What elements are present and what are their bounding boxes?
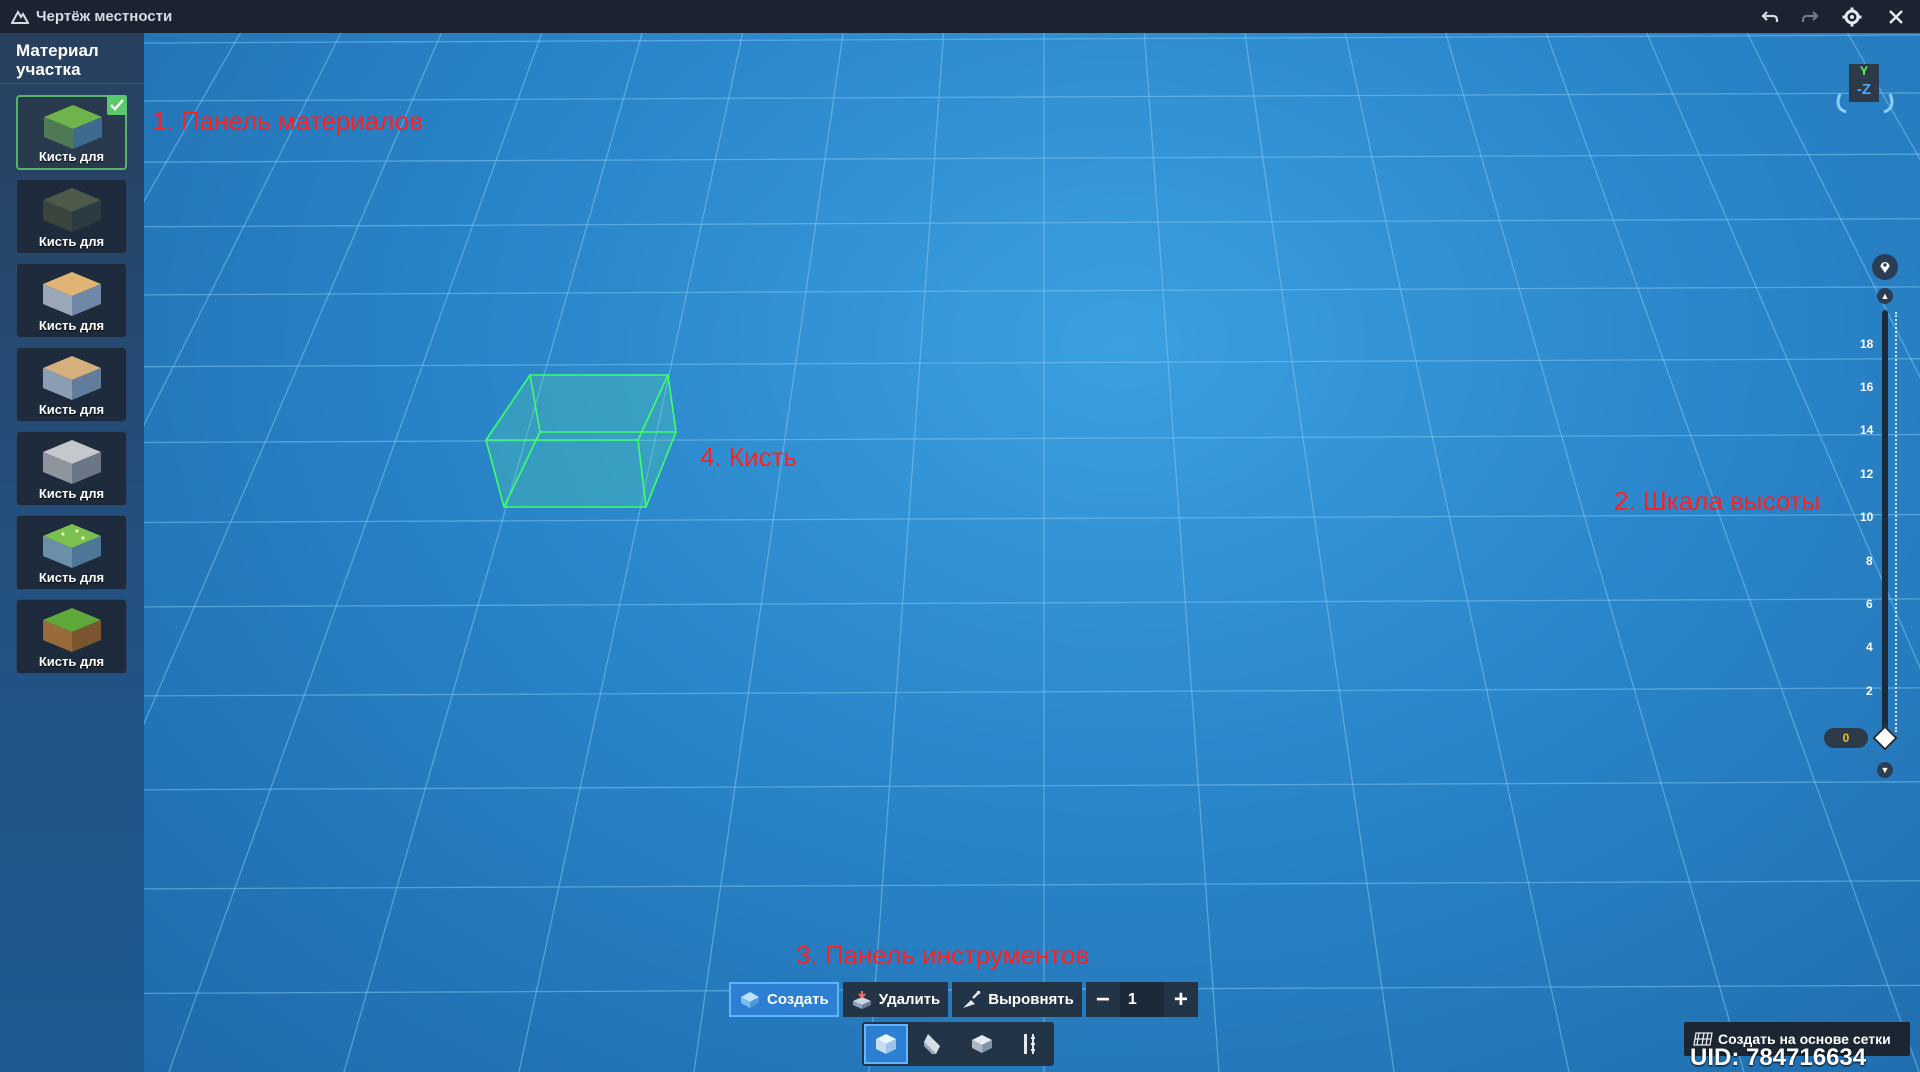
brush-sand-dirt[interactable]: Кисть для xyxy=(16,347,127,422)
brush-size-stepper[interactable]: − 1 + xyxy=(1085,982,1198,1017)
sand-cube-icon xyxy=(43,272,101,316)
window-title: Чертёж местности xyxy=(36,8,173,25)
brush-label: Кисть для xyxy=(38,149,105,164)
delete-block-icon xyxy=(851,989,873,1011)
grass-cube-icon xyxy=(44,105,102,149)
orientation-gizmo[interactable]: Y -Z xyxy=(1832,62,1898,122)
terrain-icon xyxy=(8,5,32,29)
grass-soil-cube-icon xyxy=(43,608,101,652)
title-bar: Чертёж местности xyxy=(0,0,1920,33)
dark-stone-cube-icon xyxy=(43,188,101,232)
mode-cube-button[interactable] xyxy=(864,1024,908,1064)
brush-preview[interactable] xyxy=(480,370,680,510)
slope-icon xyxy=(924,1034,940,1054)
annotation-materials-panel: 1. Панель материалов xyxy=(152,106,423,136)
materials-panel: Материал участка Кисть для Кисть для Кис… xyxy=(0,33,144,1072)
tool-panel: Создать Удалить Выровнять − 1 + xyxy=(729,982,1198,1017)
gray-rock-cube-icon xyxy=(43,440,101,484)
level-label: Выровнять xyxy=(988,991,1074,1008)
annotation-height-scale: 2. Шкала высоты xyxy=(1614,486,1821,516)
delete-button[interactable]: Удалить xyxy=(842,982,949,1017)
brush-sand[interactable]: Кисть для xyxy=(16,263,127,338)
create-label: Создать xyxy=(767,991,829,1008)
materials-panel-title: Материал участка xyxy=(0,33,144,84)
cube-icon xyxy=(876,1034,896,1054)
brush-grass[interactable]: Кисть для xyxy=(16,95,127,170)
annotation-tool-panel: 3. Панель инструментов xyxy=(796,940,1090,970)
column-icon xyxy=(1024,1034,1035,1054)
brush-label: Кисть для xyxy=(38,486,105,501)
selected-check-icon xyxy=(107,95,127,115)
level-button[interactable]: Выровнять xyxy=(952,982,1082,1017)
scale-up-button[interactable]: ▲ xyxy=(1877,288,1893,304)
ground-grid xyxy=(144,33,1920,1072)
brush-dark-stone[interactable]: Кисть для xyxy=(16,179,127,254)
brush-label: Кисть для xyxy=(38,570,105,585)
height-track-dashes xyxy=(1895,312,1897,732)
mode-column-button[interactable] xyxy=(1008,1024,1052,1064)
increase-button[interactable]: + xyxy=(1164,982,1198,1017)
decrease-button[interactable]: − xyxy=(1086,982,1120,1017)
delete-label: Удалить xyxy=(878,991,941,1008)
brush-shape-selector xyxy=(862,1022,1054,1066)
mode-flat-block-button[interactable] xyxy=(960,1024,1004,1064)
sand-dirt-cube-icon xyxy=(43,356,101,400)
trowel-icon xyxy=(960,989,982,1011)
location-pin-icon[interactable] xyxy=(1872,254,1898,280)
scene-viewport[interactable] xyxy=(144,33,1920,1072)
current-height-badge: 0 xyxy=(1824,728,1868,748)
mode-slope-button[interactable] xyxy=(912,1024,956,1064)
create-block-icon xyxy=(739,989,761,1011)
settings-gear-icon[interactable] xyxy=(1834,0,1870,33)
brush-grass-soil[interactable]: Кисть для xyxy=(16,599,127,674)
brush-label: Кисть для xyxy=(38,318,105,333)
axis-y-label: Y xyxy=(1849,64,1879,78)
brush-gray-rock[interactable]: Кисть для xyxy=(16,431,127,506)
brush-label: Кисть для xyxy=(38,402,105,417)
annotation-brush: 4. Кисть xyxy=(700,442,798,472)
brush-label: Кисть для xyxy=(38,234,105,249)
brush-flower-grass[interactable]: Кисть для xyxy=(16,515,127,590)
undo-icon[interactable] xyxy=(1752,0,1788,33)
brush-size-value[interactable]: 1 xyxy=(1119,982,1164,1017)
height-track[interactable] xyxy=(1882,310,1888,740)
scale-down-button[interactable]: ▼ xyxy=(1877,762,1893,778)
flat-block-icon xyxy=(972,1035,992,1053)
brush-label: Кисть для xyxy=(38,654,105,669)
uid-label: UID: 784716634 xyxy=(1690,1044,1867,1071)
flower-grass-cube-icon xyxy=(43,524,101,568)
close-icon[interactable] xyxy=(1878,0,1914,33)
redo-icon[interactable] xyxy=(1792,0,1828,33)
rotate-view-icon[interactable] xyxy=(1832,86,1898,116)
create-button[interactable]: Создать xyxy=(729,982,839,1017)
